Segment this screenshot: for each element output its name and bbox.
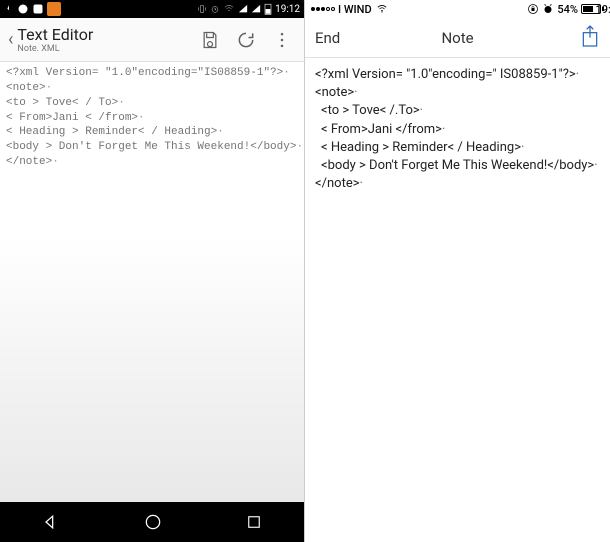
note-title: Note xyxy=(441,29,473,47)
refresh-button[interactable] xyxy=(228,22,264,58)
code-line: <?xml Version= "1.0"encoding="IS08859-1"… xyxy=(6,66,298,81)
carrier-label: I WIND xyxy=(338,3,372,16)
note-line: <note> xyxy=(315,84,600,102)
note-line: </note> xyxy=(315,175,600,193)
code-line: <to > Tove< / To> xyxy=(6,96,298,111)
editor-content-area[interactable]: <?xml Version= "1.0"encoding="IS08859-1"… xyxy=(0,62,304,502)
alarm-icon xyxy=(210,4,220,14)
code-line: <body > Don't Forget Me This Weekend!</b… xyxy=(6,140,298,155)
note-line: <to > Tove< /.To> xyxy=(315,102,600,120)
note-line: <body > Don't Forget Me This Weekend!</b… xyxy=(315,157,600,175)
wifi-icon xyxy=(375,4,389,14)
signal-icon xyxy=(238,4,248,14)
code-line: < Heading > Reminder< / Heading> xyxy=(6,125,298,140)
battery-percent: 54% xyxy=(557,3,578,16)
back-chevron-icon[interactable]: ‹ xyxy=(4,29,17,50)
save-icon xyxy=(200,30,220,50)
android-statusbar: 19:12 xyxy=(0,0,304,18)
wifi-icon xyxy=(223,4,235,14)
app-icon xyxy=(47,2,61,16)
nav-recent-icon[interactable] xyxy=(245,513,263,531)
android-nav-bar xyxy=(0,502,304,542)
ios-device-screen: I WIND 19:12 54% End Note xyxy=(305,0,610,542)
firefox-icon xyxy=(17,3,29,15)
android-app-header: ‹ Text Editor Note. XML xyxy=(0,18,304,62)
clock-time: 19:12 xyxy=(275,4,300,15)
nav-home-icon[interactable] xyxy=(143,512,163,532)
signal-icon-2 xyxy=(251,4,261,14)
ios-statusbar: I WIND 19:12 54% xyxy=(305,0,610,18)
share-button[interactable] xyxy=(580,24,600,52)
android-device-screen: 19:12 ‹ Text Editor Note. XML <?xml Vers… xyxy=(0,0,305,542)
nav-back-icon[interactable] xyxy=(41,512,61,532)
battery-icon xyxy=(264,3,272,15)
download-icon xyxy=(4,4,14,14)
note-line: < From>Jani </from> xyxy=(315,121,600,139)
note-line: < Heading > Reminder< / Heading> xyxy=(315,139,600,157)
orientation-lock-icon xyxy=(527,3,539,15)
done-button[interactable]: End xyxy=(315,29,340,47)
alarm-icon xyxy=(542,3,554,15)
signal-icon xyxy=(311,7,335,11)
document-name: Note. XML xyxy=(17,44,192,54)
code-line: <note> xyxy=(6,81,298,96)
note-content-area[interactable]: <?xml Version= "1.0"encoding=" IS08859-1… xyxy=(305,58,610,542)
note-line: <?xml Version= "1.0"encoding=" IS08859-1… xyxy=(315,66,600,84)
instagram-icon xyxy=(32,3,44,15)
battery-icon xyxy=(581,4,604,14)
vibrate-icon xyxy=(197,4,207,14)
refresh-icon xyxy=(236,30,256,50)
app-title: Text Editor xyxy=(17,25,192,44)
ios-nav-header: End Note xyxy=(305,18,610,58)
share-icon xyxy=(580,24,600,48)
overflow-menu-button[interactable] xyxy=(264,22,300,58)
more-vertical-icon xyxy=(272,30,292,50)
code-line: < From>Jani < /from> xyxy=(6,111,298,126)
save-button[interactable] xyxy=(192,22,228,58)
code-line: </note> xyxy=(6,155,298,170)
